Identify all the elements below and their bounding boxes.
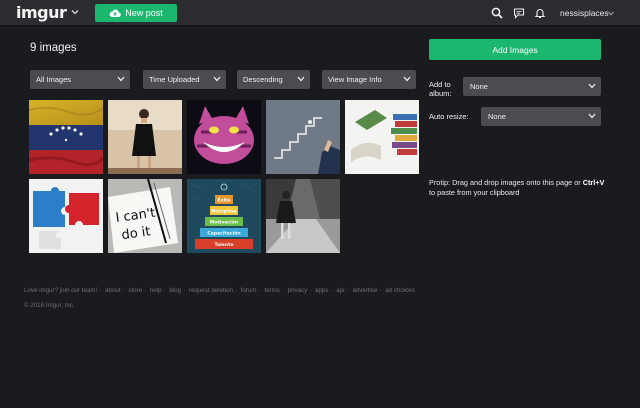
new-post-button[interactable]: New post <box>95 4 177 22</box>
chevron-down-icon <box>213 76 221 82</box>
hand-drawing-stairs-image <box>266 100 340 174</box>
add-to-album-label: Add to album: <box>429 80 452 98</box>
bell-icon[interactable] <box>534 7 546 19</box>
footer-separator: · <box>379 287 382 294</box>
filter-all-images-select[interactable]: All Images <box>30 70 130 89</box>
album-select-value: None <box>470 82 488 91</box>
thumb-books[interactable] <box>345 100 419 174</box>
footer-separator: · <box>183 287 186 294</box>
logo-chevron-down-icon[interactable] <box>71 8 79 16</box>
thumb-stairs[interactable] <box>266 100 340 174</box>
filter-time-uploaded-select[interactable]: Time Uploaded <box>143 70 226 89</box>
woman-in-black-dress-image <box>108 100 182 174</box>
footer-link[interactable]: store <box>128 287 142 294</box>
footer-link[interactable]: blog <box>169 287 181 294</box>
footer-separator: · <box>99 287 102 294</box>
footer-link[interactable]: apps <box>315 287 328 294</box>
footer-separator: · <box>144 287 147 294</box>
success-pyramid-image: Éxito Disciplina Motivación Capacitación… <box>187 179 261 253</box>
thumb-pyramid[interactable]: Éxito Disciplina Motivación Capacitación… <box>187 179 261 253</box>
footer-separator: · <box>281 287 284 294</box>
username[interactable]: nessisplaces <box>560 8 609 18</box>
thumb-cant-do-it[interactable]: I can't do it <box>108 179 182 253</box>
add-images-button[interactable]: Add Images <box>429 39 601 60</box>
add-to-album-label-line-2: album: <box>429 89 452 98</box>
chevron-down-icon <box>297 76 305 82</box>
thumb-puzzle[interactable] <box>29 179 103 253</box>
protip-prefix: Protip: Drag and drop images onto this p… <box>429 178 581 187</box>
add-to-album-label-line-1: Add to <box>429 80 451 89</box>
footer-separator: · <box>122 287 125 294</box>
chat-icon[interactable] <box>513 7 525 19</box>
footer-separator: · <box>234 287 238 294</box>
footer-link[interactable]: request deletion <box>189 287 233 294</box>
pyramid-level-2: Disciplina <box>211 209 236 215</box>
footer-link[interactable]: about <box>105 287 120 294</box>
thumb-flag[interactable] <box>29 100 103 174</box>
books-stack-image <box>345 100 419 174</box>
cloud-upload-icon <box>109 9 122 18</box>
album-select[interactable]: None <box>463 77 601 96</box>
footer-link[interactable]: privacy <box>288 287 308 294</box>
filter-label: Time Uploaded <box>149 75 200 84</box>
footer-separator: · <box>163 287 166 294</box>
copyright: © 2018 Imgur, Inc. <box>24 302 75 309</box>
auto-resize-select[interactable]: None <box>481 107 601 126</box>
footer-link[interactable]: api <box>336 287 344 294</box>
thumb-girl-bw[interactable] <box>266 179 340 253</box>
thumb-woman[interactable] <box>108 100 182 174</box>
chevron-down-icon <box>117 76 125 82</box>
venezuela-flag-image <box>29 100 103 174</box>
filter-label: All Images <box>36 75 72 84</box>
footer-link[interactable]: help <box>150 287 162 294</box>
footer-link[interactable]: Love imgur? join our team! <box>24 287 97 294</box>
puzzle-pieces-image <box>29 179 103 253</box>
chevron-down-icon <box>588 113 596 119</box>
search-icon[interactable] <box>491 7 503 19</box>
filter-label: Descending <box>243 75 283 84</box>
pyramid-level-4: Capacitación <box>207 230 240 237</box>
chevron-down-icon <box>588 83 596 89</box>
chevron-down-icon <box>403 76 411 82</box>
new-post-label: New post <box>125 8 163 18</box>
footer-separator: · <box>346 287 349 294</box>
pyramid-level-3: Motivación <box>210 219 238 226</box>
filter-label: View Image Info <box>328 75 382 84</box>
user-chevron-down-icon[interactable] <box>608 11 614 16</box>
footer-separator: · <box>330 287 333 294</box>
footer-link[interactable]: ad choices <box>385 287 415 294</box>
footer-links: Love imgur? join our team! · about · store… <box>24 287 415 294</box>
footer-link[interactable]: terms <box>264 287 279 294</box>
footer-separator: · <box>258 287 261 294</box>
footer-link[interactable]: forum <box>241 287 257 294</box>
pyramid-level-5: Talento <box>215 242 234 248</box>
i-cant-do-it-paper-image: I can't do it <box>108 179 182 253</box>
girl-black-white-image <box>266 179 340 253</box>
thumb-cheshire-cat[interactable] <box>187 100 261 174</box>
imgur-logo[interactable]: imgur <box>16 3 67 22</box>
protip-text: Protip: Drag and drop images onto this p… <box>429 178 605 198</box>
filter-view-image-info-select[interactable]: View Image Info <box>322 70 416 89</box>
footer-separator: · <box>309 287 312 294</box>
cheshire-cat-image <box>187 100 261 174</box>
auto-resize-label: Auto resize: <box>429 112 469 121</box>
image-count: 9 images <box>30 42 77 54</box>
protip-shortcut: Ctrl+V <box>582 178 605 187</box>
filter-descending-select[interactable]: Descending <box>237 70 310 89</box>
footer-link[interactable]: advertise <box>352 287 377 294</box>
top-navigation-bar: imgur New post nessisplaces <box>0 0 640 26</box>
protip-suffix: to paste from your clipboard <box>429 188 520 197</box>
auto-resize-select-value: None <box>488 112 506 121</box>
